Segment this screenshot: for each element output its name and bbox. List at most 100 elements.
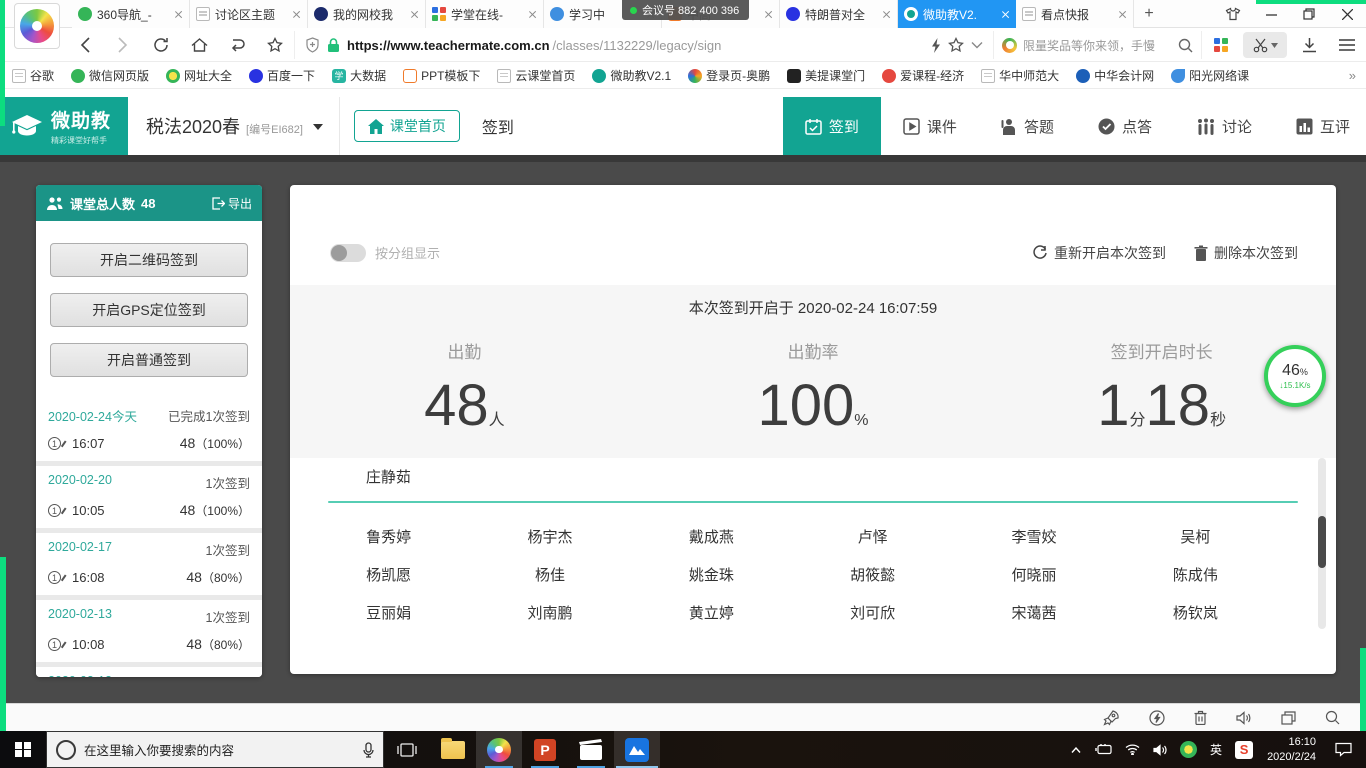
address-bar[interactable]: https://www.teachermate.com.cn/classes/1… <box>294 31 994 59</box>
bookmark-ppt[interactable]: PPT模板下 <box>403 67 480 84</box>
taskbar-clock[interactable]: 16:10 2020/2/24 <box>1259 735 1324 764</box>
search-icon[interactable] <box>1178 38 1193 53</box>
download-icon[interactable] <box>1290 31 1328 59</box>
start-button[interactable] <box>0 731 46 768</box>
apps-grid-icon[interactable] <box>1202 31 1240 59</box>
volume-icon[interactable] <box>1147 731 1173 768</box>
nav-pick-answer[interactable]: 点答 <box>1076 97 1174 155</box>
boost-rocket-icon[interactable] <box>1103 710 1120 726</box>
power-plug-icon[interactable] <box>1091 731 1117 768</box>
nav-peer-review[interactable]: 互评 <box>1274 97 1366 155</box>
course-selector[interactable]: 税法2020春 [编号EI682] <box>146 113 303 139</box>
task-view-button[interactable] <box>384 731 430 768</box>
bookmark-google[interactable]: 谷歌 <box>12 67 54 84</box>
tab-360nav[interactable]: 360导航_- <box>72 0 190 28</box>
tray-expand-chevron-icon[interactable] <box>1063 731 1089 768</box>
tab-close-icon[interactable] <box>174 10 183 19</box>
app-logo[interactable]: 微助教精彩课堂好帮手 <box>0 97 128 155</box>
restore-button[interactable] <box>1290 0 1328 28</box>
export-button[interactable]: 导出 <box>212 195 252 212</box>
tab-kandian[interactable]: 看点快报 <box>1016 0 1134 28</box>
refresh-button[interactable] <box>142 31 180 59</box>
back-button[interactable] <box>66 31 104 59</box>
tab-close-icon[interactable] <box>292 10 301 19</box>
bookmark-icourse[interactable]: 爱课程-经济 <box>882 67 964 84</box>
powerpoint-taskbar-button[interactable] <box>522 731 568 768</box>
shield-icon[interactable] <box>305 37 320 53</box>
tab-teachermate-active[interactable]: 微助教V2. <box>898 0 1016 28</box>
window-overlap-icon[interactable] <box>1281 711 1296 725</box>
course-dropdown-caret-icon[interactable] <box>313 124 323 135</box>
bookmark-sunshine[interactable]: 阳光网络课 <box>1171 67 1249 84</box>
minimize-button[interactable] <box>1252 0 1290 28</box>
meeting-id-overlay[interactable]: 会议号 882 400 396 <box>622 0 749 20</box>
close-window-button[interactable] <box>1328 0 1366 28</box>
bookmarks-overflow-chevron[interactable]: » <box>1349 68 1356 83</box>
bookmark-meiti[interactable]: 美提课堂门 <box>787 67 865 84</box>
wifi-icon[interactable] <box>1119 731 1145 768</box>
names-scrollbar-thumb[interactable] <box>1318 516 1326 568</box>
screenshot-scissors-button[interactable] <box>1243 32 1287 58</box>
bookmark-aopeng[interactable]: 登录页-奥鹏 <box>688 67 770 84</box>
tab-close-icon[interactable] <box>764 10 773 19</box>
home-button[interactable] <box>180 31 218 59</box>
bookmark-baidu[interactable]: 百度一下 <box>249 67 315 84</box>
bookmark-yunketang[interactable]: 云课堂首页 <box>497 67 575 84</box>
360-safe-tray-icon[interactable] <box>1175 731 1201 768</box>
bookmark-bigdata[interactable]: 学大数据 <box>332 67 386 84</box>
bookmark-wechat[interactable]: 微信网页版 <box>71 67 149 84</box>
tab-forum[interactable]: 讨论区主题 <box>190 0 308 28</box>
forward-button[interactable] <box>104 31 142 59</box>
tab-close-icon[interactable] <box>1001 10 1010 19</box>
history-item[interactable]: 2020-02-24今天已完成1次签到 116:07 48（100%） <box>36 399 262 461</box>
reopen-sign-in-button[interactable]: 重新开启本次签到 <box>1032 243 1166 263</box>
gps-sign-in-button[interactable]: 开启GPS定位签到 <box>50 293 248 327</box>
clean-trash-icon[interactable] <box>1194 710 1207 725</box>
nav-courseware[interactable]: 课件 <box>881 97 979 155</box>
file-explorer-button[interactable] <box>430 731 476 768</box>
dropdown-caret-icon[interactable] <box>971 41 983 49</box>
tab-close-icon[interactable] <box>528 10 537 19</box>
class-home-button[interactable]: 课堂首页 <box>354 110 460 142</box>
bookmark-accounting[interactable]: 中华会计网 <box>1076 67 1154 84</box>
history-item[interactable]: 2020-02-131次签到 110:08 48（80%） <box>36 600 262 662</box>
speed-gauge-icon[interactable] <box>1149 710 1165 726</box>
nav-answer[interactable]: 答题 <box>979 97 1076 155</box>
history-item[interactable]: 2020-02-201次签到 110:05 48（100%） <box>36 466 262 528</box>
page-find-icon[interactable] <box>1325 710 1340 725</box>
qr-sign-in-button[interactable]: 开启二维码签到 <box>50 243 248 277</box>
ime-indicator[interactable]: 英 <box>1203 731 1229 768</box>
bookmark-ccnu[interactable]: 华中师范大 <box>981 67 1059 84</box>
browser-360-taskbar-button[interactable] <box>476 731 522 768</box>
tab-close-icon[interactable] <box>1118 10 1127 19</box>
nav-sign-in[interactable]: 签到 <box>783 97 881 155</box>
taskbar-search[interactable]: 在这里输入你要搜索的内容 <box>46 731 384 768</box>
sogou-ime-icon[interactable] <box>1231 731 1257 768</box>
delete-sign-in-button[interactable]: 删除本次签到 <box>1194 243 1298 263</box>
tab-xuetangx[interactable]: 学堂在线- <box>426 0 544 28</box>
tab-close-icon[interactable] <box>410 10 419 19</box>
normal-sign-in-button[interactable]: 开启普通签到 <box>50 343 248 377</box>
bookmark-star-icon[interactable] <box>948 37 964 53</box>
restore-tab-button[interactable] <box>218 31 256 59</box>
new-tab-button[interactable] <box>1134 0 1164 28</box>
bookmark-teachermate[interactable]: 微助教V2.1 <box>592 67 671 84</box>
microphone-icon[interactable] <box>363 742 374 758</box>
action-center-button[interactable] <box>1326 731 1360 768</box>
edge-handle-bottom-right[interactable] <box>1360 648 1366 731</box>
browser-speed-ball[interactable]: 46% ↓15.1K/s <box>1264 345 1326 407</box>
browser-logo[interactable] <box>14 3 60 49</box>
bookmark-360sites[interactable]: 网址大全 <box>166 67 232 84</box>
names-scrollbar-track[interactable] <box>1318 458 1326 629</box>
thunder-icon[interactable] <box>931 38 941 53</box>
favorites-star-icon[interactable] <box>256 31 294 59</box>
edge-handle-top-left[interactable] <box>0 0 5 126</box>
skin-icon[interactable] <box>1214 0 1252 28</box>
history-item[interactable]: 2020-02-171次签到 116:08 48（80%） <box>36 533 262 595</box>
nav-discussion[interactable]: 讨论 <box>1174 97 1274 155</box>
tab-baidu-news[interactable]: 特朗普对全 <box>780 0 898 28</box>
edge-handle-bottom-left[interactable] <box>0 557 6 731</box>
history-item[interactable]: 2020-02-120次签到 <box>36 667 262 677</box>
group-display-toggle[interactable] <box>330 244 366 262</box>
voov-meeting-taskbar-button[interactable] <box>614 731 660 768</box>
